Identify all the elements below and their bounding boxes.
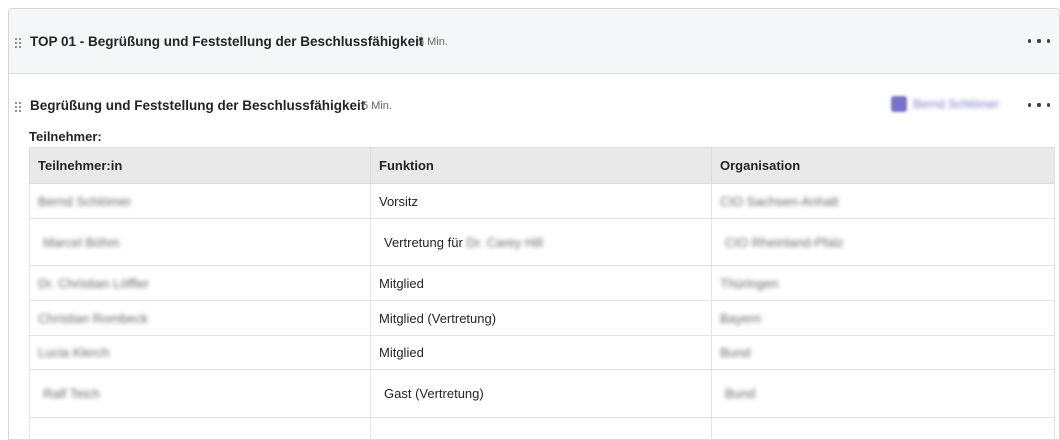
table-row [30, 418, 1055, 440]
participant-function: Mitglied [371, 336, 712, 370]
table-row: Ralf Teich Gast (Vertretung) Bund [30, 370, 1055, 418]
drag-handle-icon[interactable] [14, 37, 22, 49]
participant-name [30, 418, 371, 440]
participant-name: Lucia Klerch [30, 336, 371, 370]
column-header-function: Funktion [371, 148, 712, 184]
participant-organisation: Bayern [712, 301, 1055, 336]
topic-title: Begrüßung und Feststellung der Beschluss… [30, 98, 365, 113]
agenda-item-header[interactable]: TOP 01 - Begrüßung und Feststellung der … [9, 9, 1059, 74]
participant-name: Ralf Teich [30, 370, 371, 418]
table-row: Lucia Klerch Mitglied Bund [30, 336, 1055, 370]
presenter-chip[interactable]: Bernd Schlömer [891, 95, 999, 113]
participant-organisation: Thüringen [712, 266, 1055, 301]
participants-label: Teilnehmer: [29, 129, 102, 144]
avatar [891, 96, 907, 112]
participant-function [371, 418, 712, 440]
agenda-card: TOP 01 - Begrüßung und Feststellung der … [8, 8, 1060, 440]
participant-organisation [712, 418, 1055, 440]
table-row: Marcel Böhm Vertretung für Dr. Carey Hil… [30, 219, 1055, 266]
column-header-participant: Teilnehmer:in [30, 148, 371, 184]
participant-function: Vertretung für Dr. Carey Hill [371, 219, 712, 266]
participant-name: Dr. Christian Löffler [30, 266, 371, 301]
participant-organisation: Bund [712, 336, 1055, 370]
participant-function: Gast (Vertretung) [371, 370, 712, 418]
agenda-item-title: TOP 01 - Begrüßung und Feststellung der … [30, 34, 423, 49]
table-row: Bernd Schlömer Vorsitz CIO Sachsen-Anhal… [30, 184, 1055, 219]
topic-duration: 5 Min. [362, 100, 392, 112]
participant-function: Mitglied [371, 266, 712, 301]
table-row: Christian Rombeck Mitglied (Vertretung) … [30, 301, 1055, 336]
drag-handle-icon[interactable] [14, 101, 22, 113]
participant-organisation: CIO Rheinland-Pfalz [712, 219, 1055, 266]
participant-function: Mitglied (Vertretung) [371, 301, 712, 336]
more-options-icon[interactable] [1028, 100, 1050, 110]
presenter-name: Bernd Schlömer [913, 97, 999, 111]
participants-table: Teilnehmer:in Funktion Organisation Bern… [29, 147, 1055, 440]
more-options-icon[interactable] [1028, 36, 1050, 46]
participant-name: Christian Rombeck [30, 301, 371, 336]
table-row: Dr. Christian Löffler Mitglied Thüringen [30, 266, 1055, 301]
table-header-row: Teilnehmer:in Funktion Organisation [30, 148, 1055, 184]
participant-organisation: CIO Sachsen-Anhalt [712, 184, 1055, 219]
participant-name: Marcel Böhm [30, 219, 371, 266]
agenda-item-duration: 5 Min. [418, 36, 448, 48]
participant-function: Vorsitz [371, 184, 712, 219]
participant-name: Bernd Schlömer [30, 184, 371, 219]
column-header-organisation: Organisation [712, 148, 1055, 184]
participant-organisation: Bund [712, 370, 1055, 418]
